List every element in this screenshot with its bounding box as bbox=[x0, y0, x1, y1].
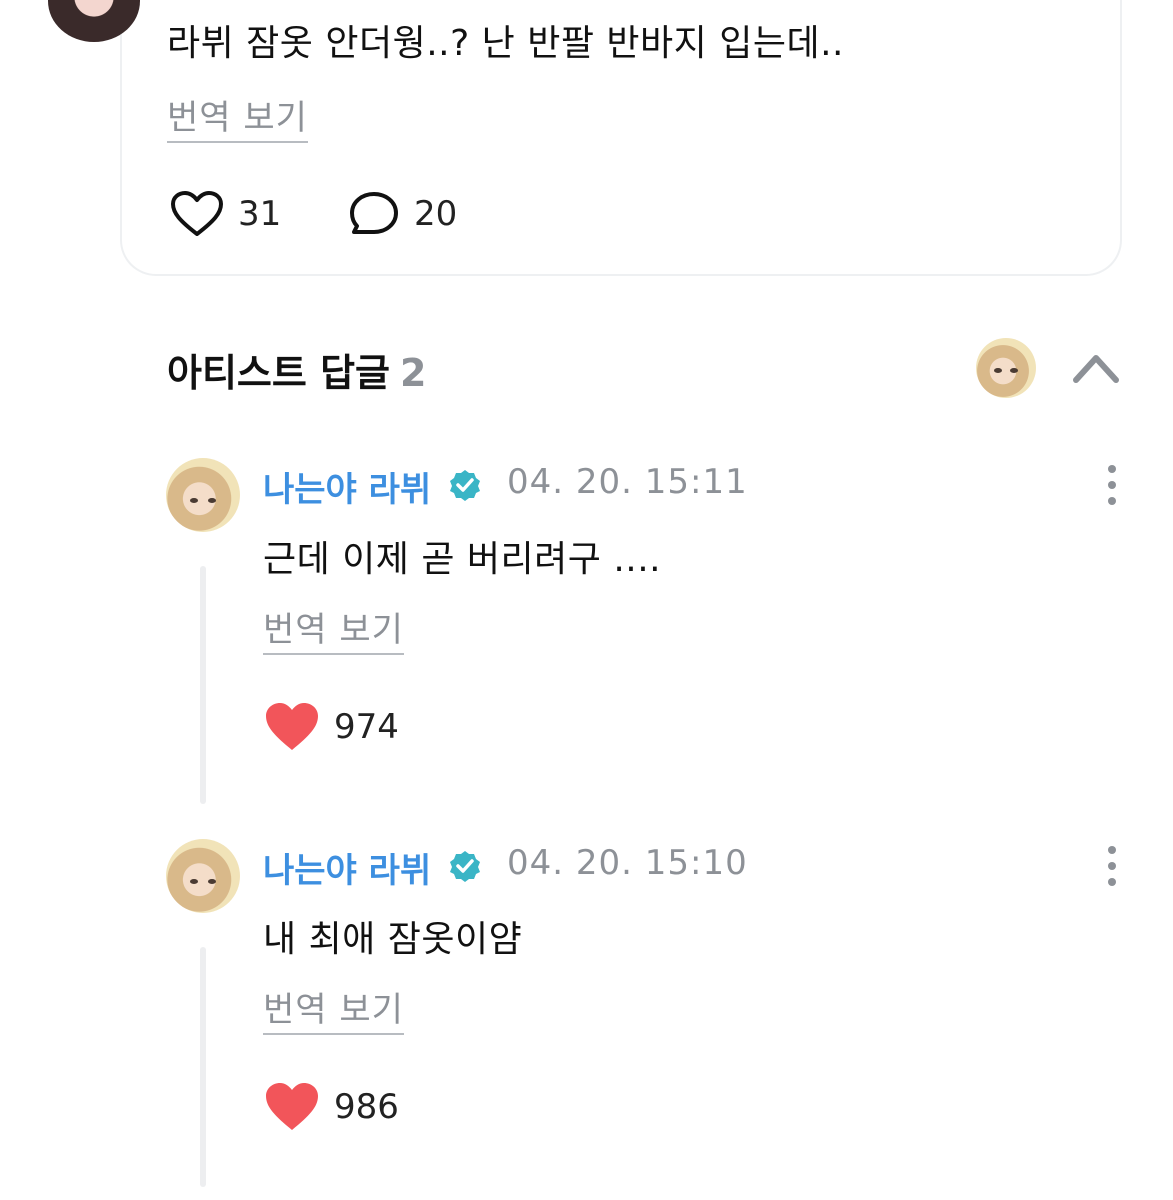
reply-like-button[interactable]: 986 bbox=[264, 1082, 399, 1132]
reply-text: 근데 이제 곧 버리려구 .... bbox=[263, 539, 662, 580]
reply-translate-link[interactable]: 번역 보기 bbox=[263, 982, 404, 1035]
reply-like-count: 974 bbox=[334, 707, 399, 747]
post-comment-count: 20 bbox=[414, 194, 458, 234]
heart-outline-icon bbox=[171, 191, 223, 236]
verified-badge-icon bbox=[450, 851, 480, 882]
artist-replies-count: 2 bbox=[400, 351, 427, 395]
reply-avatar[interactable] bbox=[166, 839, 240, 913]
reply-avatar[interactable] bbox=[166, 458, 240, 532]
post-like-button[interactable]: 31 bbox=[170, 190, 281, 238]
post-comment-button[interactable]: 20 bbox=[348, 190, 457, 238]
chevron-up-icon[interactable] bbox=[1072, 350, 1120, 386]
more-vertical-icon[interactable] bbox=[1106, 465, 1118, 513]
thread-line bbox=[200, 947, 206, 1187]
reply-author[interactable]: 나는야 라뷔 bbox=[263, 843, 431, 892]
post-translate-link[interactable]: 번역 보기 bbox=[167, 90, 308, 143]
more-vertical-icon[interactable] bbox=[1106, 846, 1118, 894]
reply-translate-link[interactable]: 번역 보기 bbox=[263, 602, 404, 655]
reply-like-button[interactable]: 974 bbox=[264, 702, 399, 752]
thread-line bbox=[200, 566, 206, 804]
verified-badge-icon bbox=[450, 470, 480, 501]
reply-like-count: 986 bbox=[334, 1087, 399, 1127]
post-like-count: 31 bbox=[238, 194, 282, 234]
post-text: 라뷔 잠옷 안더웡..? 난 반팔 반바지 입는데.. bbox=[167, 23, 844, 64]
reply-time: 04. 20. 15:11 bbox=[507, 462, 748, 502]
heart-filled-icon bbox=[266, 1083, 318, 1130]
artist-avatar-small bbox=[976, 338, 1036, 398]
comment-bubble-icon bbox=[350, 192, 398, 234]
heart-filled-icon bbox=[266, 703, 318, 750]
reply-author[interactable]: 나는야 라뷔 bbox=[263, 462, 431, 511]
reply-text: 내 최애 잠옷이얌 bbox=[263, 919, 523, 960]
artist-replies-header: 아티스트 답글 2 bbox=[167, 342, 426, 397]
artist-replies-title: 아티스트 답글 bbox=[167, 351, 390, 395]
reply-time: 04. 20. 15:10 bbox=[507, 843, 748, 883]
